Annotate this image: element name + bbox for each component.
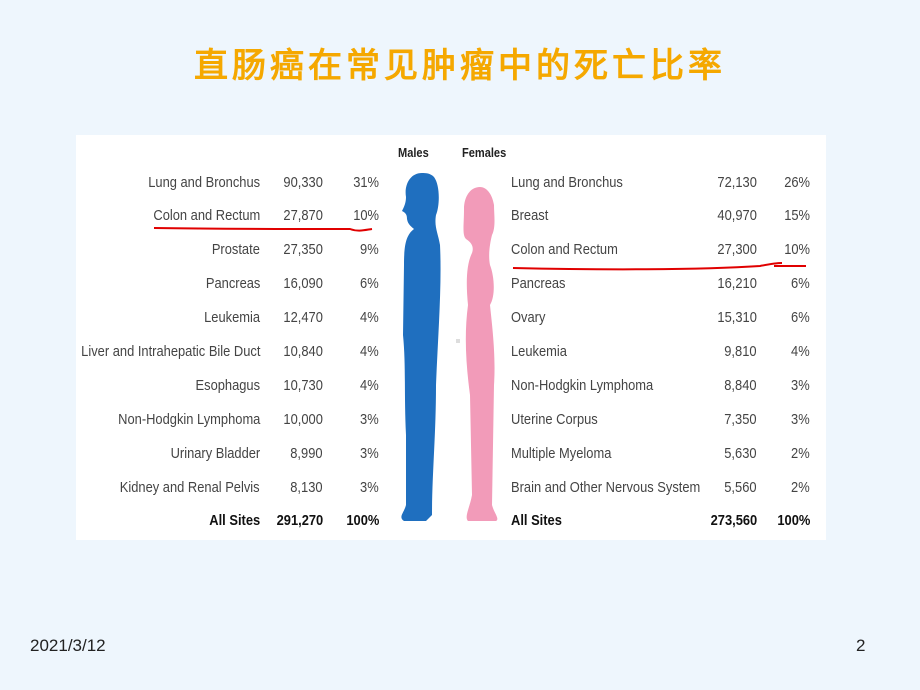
table-row: Non-Hodgkin Lymphoma 8,840 3% — [0, 376, 920, 396]
table-row: Multiple Myeloma 5,630 2% — [0, 444, 920, 464]
table-row: Breast 40,970 15% — [0, 206, 920, 226]
death-percent: 6% — [791, 275, 810, 292]
death-count: 40,970 — [717, 207, 757, 224]
cancer-site: Pancreas — [511, 275, 566, 292]
death-percent: 10% — [784, 241, 810, 258]
death-percent: 3% — [791, 411, 810, 428]
death-count: 15,310 — [717, 309, 757, 326]
cancer-site: Multiple Myeloma — [511, 445, 612, 462]
death-count: 16,210 — [717, 275, 757, 292]
death-count: 273,560 — [710, 512, 757, 529]
table-row: Uterine Corpus 7,350 3% — [0, 410, 920, 430]
cancer-site: Colon and Rectum — [511, 241, 618, 258]
cancer-site: Ovary — [511, 309, 546, 326]
death-count: 5,630 — [724, 445, 757, 462]
death-percent: 15% — [784, 207, 810, 224]
death-count: 27,300 — [717, 241, 757, 258]
table-row: Colon and Rectum 27,300 10% — [0, 240, 920, 260]
cancer-site: Leukemia — [511, 343, 567, 360]
death-percent: 2% — [791, 479, 810, 496]
death-count: 7,350 — [724, 411, 757, 428]
table-row: Ovary 15,310 6% — [0, 308, 920, 328]
death-count: 72,130 — [717, 174, 757, 191]
table-row: Leukemia 9,810 4% — [0, 342, 920, 362]
page-number: 2 — [856, 636, 866, 655]
table-row: Lung and Bronchus 72,130 26% — [0, 173, 920, 193]
cancer-site: Lung and Bronchus — [511, 174, 623, 191]
death-percent: 3% — [791, 377, 810, 394]
death-count: 9,810 — [724, 343, 757, 360]
cancer-site: Brain and Other Nervous System — [511, 479, 701, 496]
death-percent: 26% — [784, 174, 810, 191]
death-percent: 6% — [791, 309, 810, 326]
cancer-site: Uterine Corpus — [511, 411, 598, 428]
death-percent: 2% — [791, 445, 810, 462]
table-row: Pancreas 16,210 6% — [0, 274, 920, 294]
slide-title: 直肠癌在常见肿瘤中的死亡比率 — [194, 46, 726, 86]
death-percent: 100% — [776, 512, 810, 529]
females-total-row: All Sites 273,560 100% — [0, 511, 920, 531]
cancer-site: Breast — [511, 207, 549, 224]
death-count: 8,840 — [724, 377, 757, 394]
death-count: 5,560 — [724, 479, 757, 496]
cancer-site: All Sites — [511, 512, 562, 529]
table-row: Brain and Other Nervous System 5,560 2% — [0, 478, 920, 498]
cancer-site: Non-Hodgkin Lymphoma — [511, 377, 654, 394]
death-percent: 4% — [791, 343, 810, 360]
footer-date: 2021/3/12 — [30, 636, 106, 655]
